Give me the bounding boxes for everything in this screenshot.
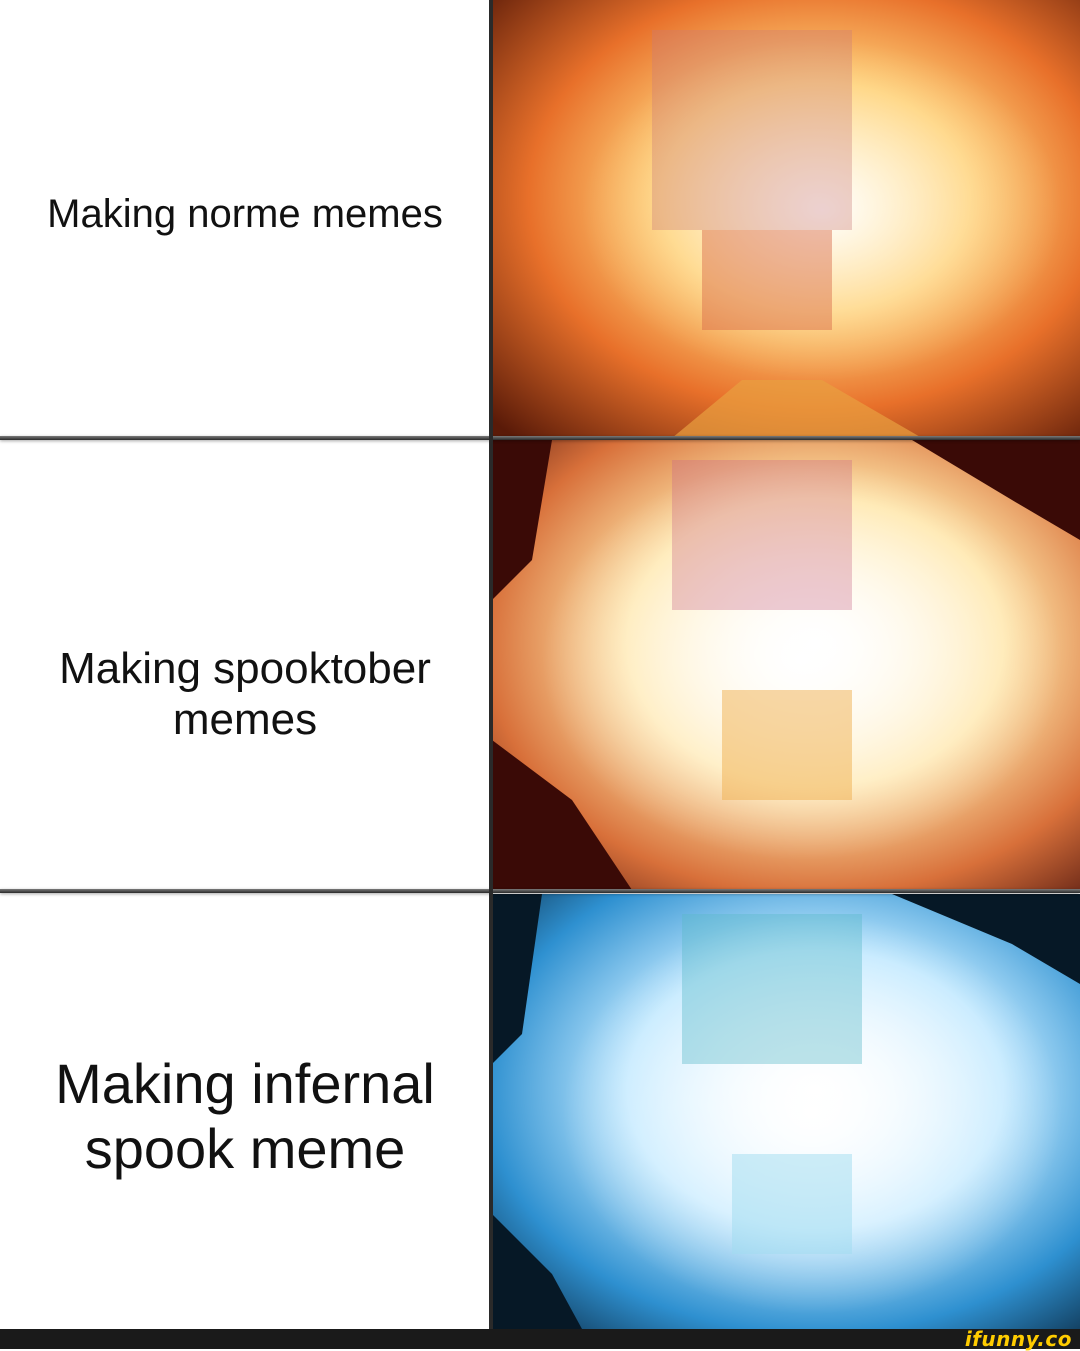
ifunny-watermark: ifunny.co [964,1327,1072,1351]
panel-divider [0,889,1080,893]
glowing-face-orange-image [492,0,1080,438]
meme-row-2: Making spooktober memes [0,440,1080,890]
meme-image: Making norme memes Making spooktober mem… [0,0,1080,1351]
caption-text-2: Making spooktober memes [59,644,431,744]
caption-box-1: Making norme memes [0,0,490,438]
caption-text-1: Making norme memes [47,192,443,236]
caption-box-2: Making spooktober memes [0,440,490,890]
glowing-face-white-image [492,440,1080,890]
meme-row-3: Making infernal spook meme [0,894,1080,1329]
caption-box-3: Making infernal spook meme [0,894,490,1329]
column-divider [489,0,493,1329]
glowing-face-blue-image [492,894,1080,1329]
watermark-bar [0,1329,1080,1349]
meme-row-1: Making norme memes [0,0,1080,438]
caption-text-3: Making infernal spook meme [55,1052,435,1180]
panel-divider [0,436,1080,440]
